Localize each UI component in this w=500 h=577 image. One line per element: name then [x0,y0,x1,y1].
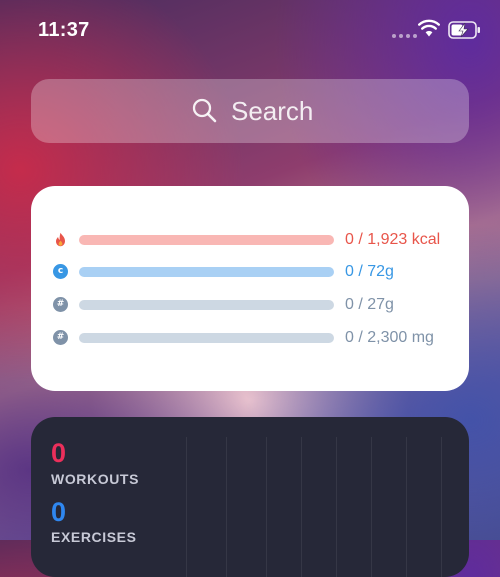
wifi-icon [418,19,440,37]
calories-progress-track [79,235,334,245]
status-bar: 11:37 [0,0,500,60]
flame-icon [56,232,65,247]
sodium-progress-track [79,333,334,343]
calories-value: 0 / 1,923 kcal [345,231,441,248]
carbs-value: 0 / 72g [345,263,394,280]
status-time: 11:37 [38,19,90,41]
grid-line [336,437,337,577]
fat-value: 0 / 27g [345,296,394,313]
nutrition-widget[interactable]: 0 / 1,923 kcal c 0 / 72g # 0 / 27g # 0 /… [31,186,469,391]
sodium-value: 0 / 2,300 mg [345,329,434,346]
grid-line [266,437,267,577]
grid-line [226,437,227,577]
sodium-badge-icon: # [53,330,68,345]
search-icon [192,98,217,123]
carbs-row: c 0 / 72g [31,260,469,284]
fat-badge-icon: # [53,297,68,312]
exercises-label: EXERCISES [51,529,137,545]
carbs-badge-icon: c [53,264,68,279]
grid-line [406,437,407,577]
signal-dots-icon [392,34,417,38]
calories-row: 0 / 1,923 kcal [31,228,469,252]
sodium-row: # 0 / 2,300 mg [31,326,469,350]
carbs-progress-track [79,267,334,277]
search-placeholder: Search [231,96,314,126]
grid-line [301,437,302,577]
grid-line [186,437,187,577]
exercises-count: 0 [51,497,67,527]
battery-charging-icon [448,21,480,39]
fat-row: # 0 / 27g [31,293,469,317]
workouts-label: WORKOUTS [51,471,140,487]
fat-progress-track [79,300,334,310]
grid-line [371,437,372,577]
grid-line [441,437,442,577]
workouts-widget[interactable]: 0 WORKOUTS 0 EXERCISES [31,417,469,577]
workouts-count: 0 [51,438,67,468]
